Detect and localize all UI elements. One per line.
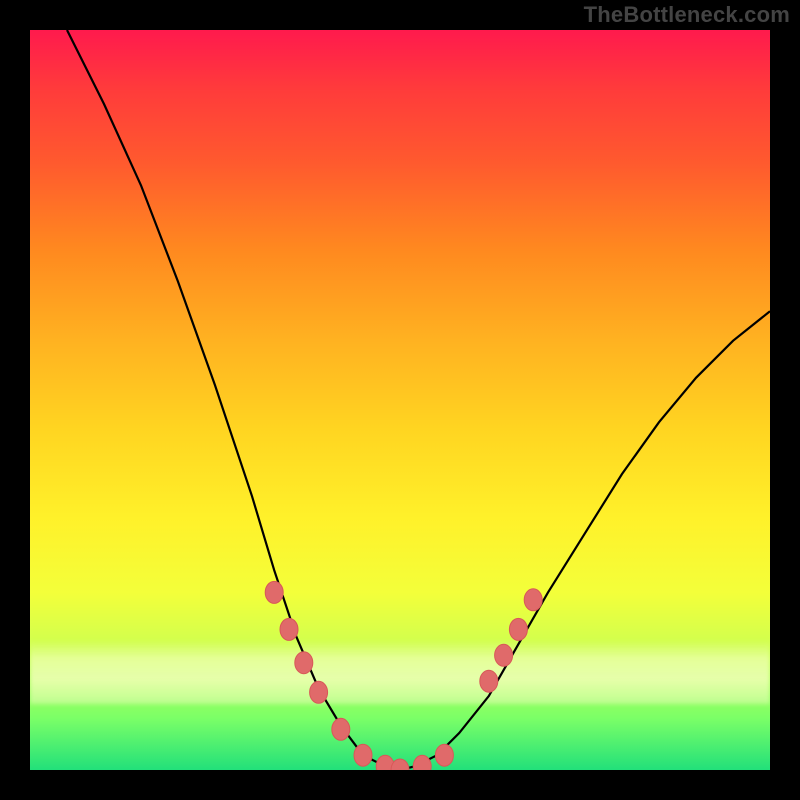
curve-path (67, 30, 770, 770)
marker-dot (265, 581, 283, 603)
marker-dot (280, 618, 298, 640)
marker-dot (295, 652, 313, 674)
marker-dot (509, 618, 527, 640)
bottleneck-curve (30, 30, 770, 770)
marker-dot (495, 644, 513, 666)
marker-dot (332, 718, 350, 740)
marker-dot (354, 744, 372, 766)
marker-dot (435, 744, 453, 766)
chart-frame: TheBottleneck.com (0, 0, 800, 800)
marker-dot (310, 681, 328, 703)
marker-dot (480, 670, 498, 692)
plot-area (30, 30, 770, 770)
marker-dot (524, 589, 542, 611)
marker-dot (391, 759, 409, 770)
marker-dot (413, 755, 431, 770)
watermark-text: TheBottleneck.com (584, 2, 790, 28)
